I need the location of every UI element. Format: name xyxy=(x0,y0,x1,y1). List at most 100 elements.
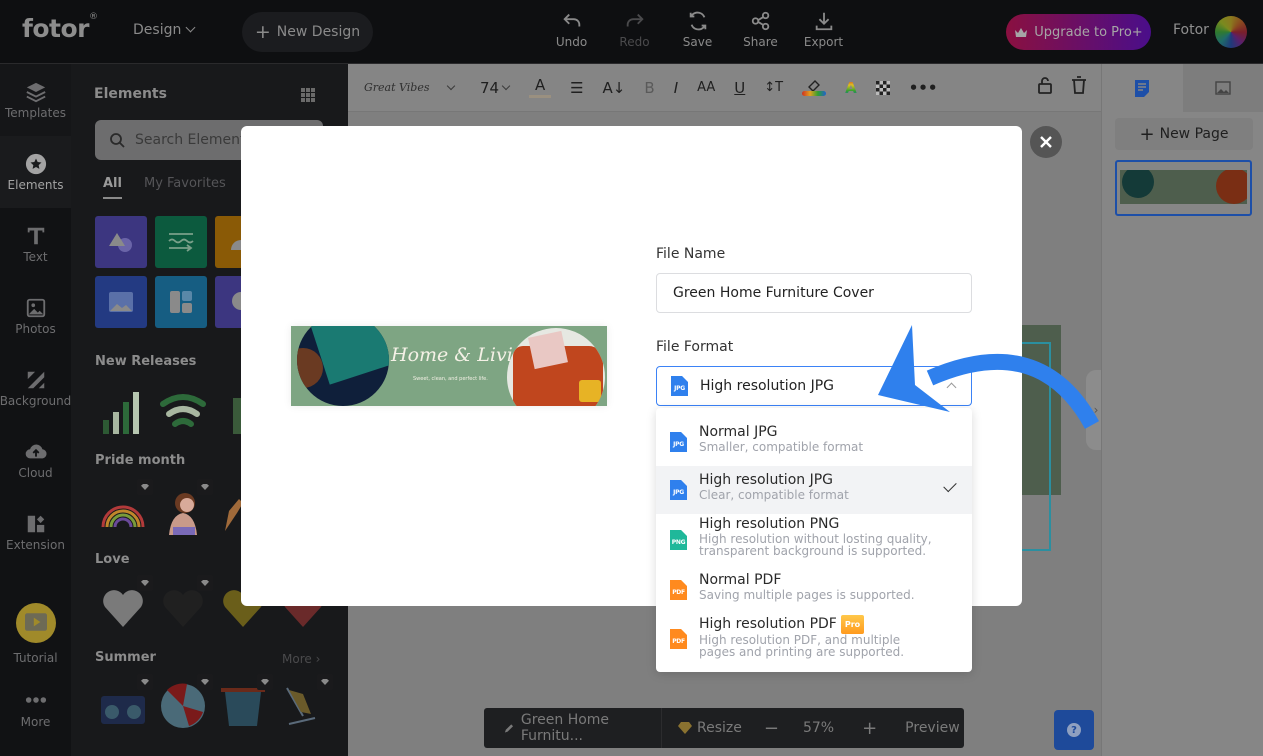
chevron-down-icon[interactable] xyxy=(501,81,511,90)
beach-chair-sticker[interactable] xyxy=(279,674,333,730)
line-spacing-icon[interactable]: ↕T xyxy=(764,80,783,95)
black-heart-sticker[interactable] xyxy=(159,575,213,631)
rail-item-elements[interactable]: Elements xyxy=(0,136,71,208)
text-icon xyxy=(27,227,44,244)
rail-item-cloud[interactable]: Cloud xyxy=(0,424,71,496)
signal-bars-sticker[interactable] xyxy=(99,388,147,436)
preview-button[interactable]: Preview xyxy=(905,720,960,736)
format-option-high-res-pdf[interactable]: PDF High resolution PDF Pro High resoluti… xyxy=(656,615,972,665)
more-options-icon[interactable]: ••• xyxy=(909,79,938,97)
redo-button[interactable]: Redo xyxy=(603,10,666,49)
page-icon xyxy=(1135,79,1150,97)
format-option-normal-jpg[interactable]: JPG Normal JPG Smaller, compatible forma… xyxy=(656,424,972,464)
fotor-logo[interactable]: fotor® xyxy=(22,12,98,43)
new-page-button[interactable]: + New Page xyxy=(1115,118,1253,150)
cloud-upload-icon xyxy=(25,444,47,458)
rail-item-text[interactable]: Text xyxy=(0,208,71,280)
italic-icon[interactable]: I xyxy=(674,79,678,97)
option-title-row: High resolution PDF Pro xyxy=(699,615,939,634)
rail-item-templates[interactable]: Templates xyxy=(0,64,71,136)
design-menu[interactable]: Design xyxy=(133,22,196,38)
premium-gem-icon xyxy=(317,674,333,690)
option-desc: Saving multiple pages is supported. xyxy=(699,588,915,602)
wifi-sticker[interactable] xyxy=(159,388,207,436)
rail-item-photos[interactable]: Photos xyxy=(0,280,71,352)
rail-item-tutorial[interactable]: Tutorial xyxy=(0,594,71,674)
tab-all[interactable]: All xyxy=(103,176,122,199)
font-family-select[interactable]: Great Vibes xyxy=(364,81,444,94)
png-file-icon: PNG xyxy=(670,530,687,550)
align-icon[interactable]: ☰ xyxy=(570,79,583,97)
file-name-input[interactable] xyxy=(656,273,972,313)
share-button[interactable]: Share xyxy=(729,10,792,49)
design-name: Green Home Furnitu... xyxy=(520,712,610,744)
undo-button[interactable]: Undo xyxy=(540,10,603,49)
image-icon xyxy=(1215,81,1231,95)
diamond-icon xyxy=(678,722,692,734)
category-lines[interactable] xyxy=(155,216,207,268)
upgrade-button[interactable]: Upgrade to Pro+ xyxy=(1006,14,1151,50)
resize-button[interactable]: Resize xyxy=(678,720,742,736)
save-button[interactable]: Save xyxy=(666,10,729,49)
help-icon: ? xyxy=(1067,723,1081,737)
zoom-out-button[interactable]: − xyxy=(764,718,779,739)
rainbow-sticker[interactable] xyxy=(99,479,153,535)
design-name-field[interactable]: Green Home Furnitu... xyxy=(484,708,662,748)
lines-icon xyxy=(168,233,194,252)
chevron-down-icon xyxy=(185,22,196,32)
beach-ball-sticker[interactable] xyxy=(159,674,213,730)
summer-more-link[interactable]: More › xyxy=(282,652,320,666)
rail-label: Background xyxy=(0,393,72,408)
trash-icon[interactable] xyxy=(1071,76,1087,94)
underline-icon[interactable]: U xyxy=(734,79,745,97)
silver-heart-sticker[interactable] xyxy=(99,575,153,631)
format-option-high-res-png[interactable]: PNG High resolution PNG High resolution … xyxy=(656,516,972,564)
grid-view-icon[interactable] xyxy=(301,88,315,102)
font-size-select[interactable]: 74 xyxy=(480,79,499,97)
tab-images[interactable] xyxy=(1182,64,1263,112)
new-page-label: New Page xyxy=(1159,126,1229,142)
undo-label: Undo xyxy=(555,35,588,49)
format-option-high-res-jpg[interactable]: JPG High resolution JPG Clear, compatibl… xyxy=(656,466,972,514)
rail-item-background[interactable]: Background xyxy=(0,352,71,424)
file-format-select[interactable]: JPG High resolution JPG xyxy=(656,366,972,406)
woman-sticker[interactable] xyxy=(159,479,213,535)
rail-item-extension[interactable]: Extension xyxy=(0,496,71,568)
letter-case-icon[interactable]: AA xyxy=(697,80,715,95)
category-shapes[interactable] xyxy=(95,216,147,268)
photo-icon xyxy=(26,298,45,317)
save-icon xyxy=(689,11,706,31)
close-dialog-button[interactable] xyxy=(1030,126,1062,158)
jpg-file-icon: JPG xyxy=(671,376,688,396)
category-frames[interactable] xyxy=(95,276,147,328)
avatar[interactable] xyxy=(1215,16,1247,48)
text-gradient-icon[interactable]: A xyxy=(845,79,857,97)
new-design-button[interactable]: + New Design xyxy=(242,12,373,52)
user-name[interactable]: Fotor xyxy=(1173,22,1209,38)
zoom-in-button[interactable]: + xyxy=(862,718,877,739)
export-button[interactable]: Export xyxy=(792,10,855,49)
unlock-icon[interactable] xyxy=(1037,76,1053,94)
tab-my-favorites[interactable]: My Favorites xyxy=(144,176,226,199)
chevron-down-icon[interactable] xyxy=(446,81,456,90)
transparency-icon[interactable] xyxy=(875,80,890,95)
close-icon xyxy=(1040,136,1052,148)
text-direction-icon[interactable]: A↓ xyxy=(603,79,626,97)
boombox-sticker[interactable] xyxy=(99,674,153,730)
star-circle-icon xyxy=(25,153,46,174)
tab-pages[interactable] xyxy=(1102,64,1183,112)
bucket-sticker[interactable] xyxy=(219,674,273,730)
undo-icon xyxy=(562,13,580,27)
highlight-icon[interactable] xyxy=(802,79,827,96)
rail-label: Tutorial xyxy=(13,651,58,665)
bold-icon[interactable]: B xyxy=(644,79,654,97)
category-grids[interactable] xyxy=(155,276,207,328)
help-button[interactable]: ? xyxy=(1054,710,1094,750)
format-option-normal-pdf[interactable]: PDF Normal PDF Saving multiple pages is … xyxy=(656,572,972,612)
text-color-button[interactable]: A xyxy=(529,77,552,98)
page-thumbnail[interactable] xyxy=(1115,160,1252,216)
rail-label: Text xyxy=(23,249,48,264)
background-icon xyxy=(27,371,44,388)
panel-tabs: All My Favorites xyxy=(103,176,226,199)
rail-item-more[interactable]: More xyxy=(0,682,71,742)
